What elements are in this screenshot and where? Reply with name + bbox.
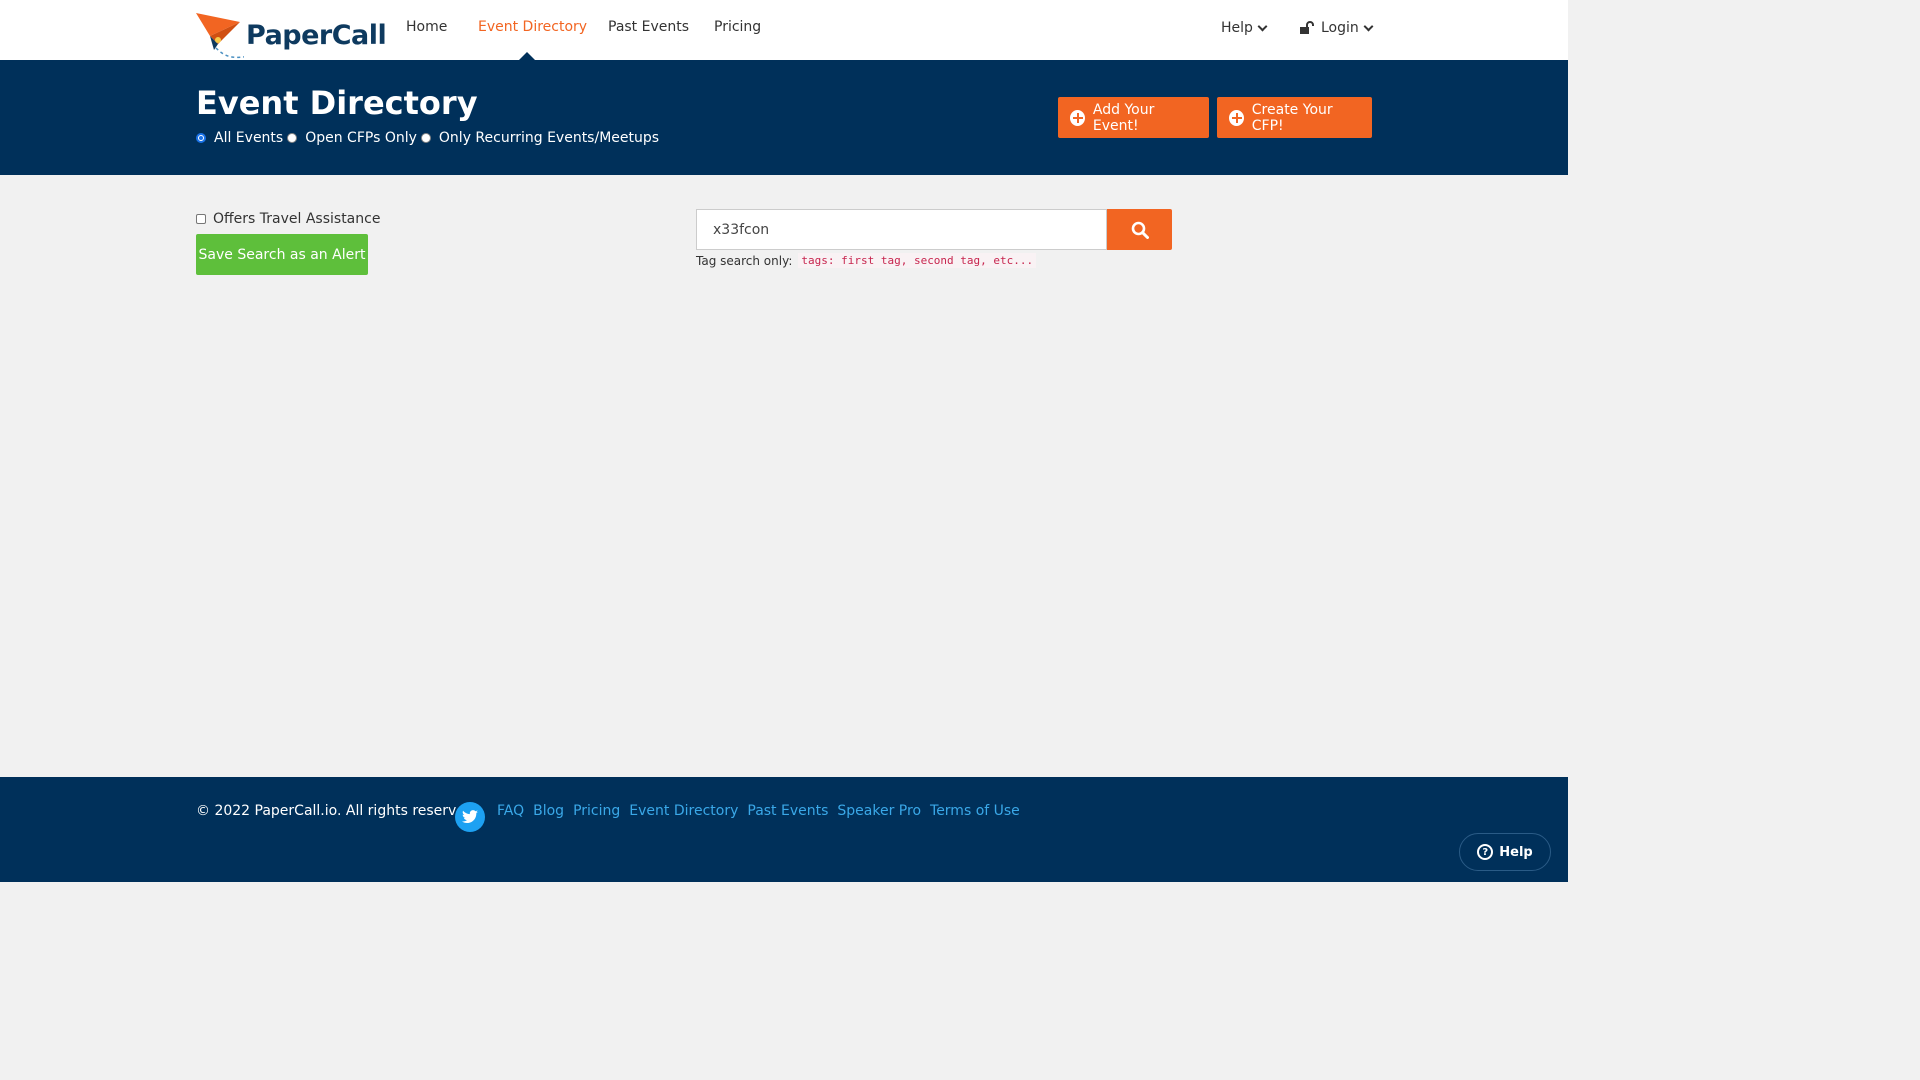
radio-button[interactable] (196, 133, 206, 143)
filter-all-events[interactable]: All Events (196, 130, 283, 146)
help-widget-button[interactable]: ? Help (1459, 833, 1551, 871)
footer-link-speaker-pro[interactable]: Speaker Pro (837, 803, 921, 819)
nav-past-events[interactable]: Past Events (608, 19, 689, 35)
travel-assistance-filter[interactable]: Offers Travel Assistance (196, 211, 380, 227)
footer (0, 777, 1568, 882)
nav-pricing[interactable]: Pricing (714, 19, 761, 35)
footer-link-terms[interactable]: Terms of Use (930, 803, 1020, 819)
plus-circle-icon (1229, 109, 1244, 126)
footer-link-blog[interactable]: Blog (533, 803, 564, 819)
help-dropdown[interactable]: Help (1221, 20, 1268, 36)
logo-wordmark: PaperCall (246, 20, 387, 51)
tag-hint-example: tags: first tag, second tag, etc... (798, 253, 1037, 268)
footer-link-pricing[interactable]: Pricing (573, 803, 620, 819)
chevron-down-icon (1363, 21, 1374, 31)
twitter-bird-glyph (462, 810, 478, 823)
login-dropdown-label: Login (1321, 20, 1359, 36)
filter-label: Only Recurring Events/Meetups (438, 130, 660, 146)
search-button[interactable] (1107, 209, 1172, 250)
page-title: Event Directory (196, 84, 478, 122)
footer-link-event-directory[interactable]: Event Directory (629, 803, 738, 819)
tag-hint-label: Tag search only: (696, 253, 793, 268)
help-widget-label: Help (1499, 844, 1533, 860)
paper-plane-icon (196, 13, 244, 59)
save-search-alert-button[interactable]: Save Search as an Alert (196, 234, 368, 275)
tag-search-hint: Tag search only: tags: first tag, second… (696, 253, 1037, 268)
question-icon: ? (1477, 844, 1494, 860)
filter-label: All Events (214, 130, 284, 146)
plus-circle-icon (1070, 109, 1085, 126)
search-input[interactable] (696, 209, 1107, 250)
footer-link-faq[interactable]: FAQ (497, 803, 524, 819)
help-dropdown-label: Help (1221, 20, 1253, 36)
papercall-logo[interactable]: PaperCall (196, 10, 387, 60)
add-event-button[interactable]: Add Your Event! (1058, 97, 1209, 138)
footer-links: FAQ Blog Pricing Event Directory Past Ev… (497, 803, 1029, 819)
radio-button[interactable] (287, 133, 298, 143)
filter-open-cfps[interactable]: Open CFPs Only (287, 130, 417, 146)
event-filter-radio-group: All Events Open CFPs Only Only Recurring… (196, 130, 663, 146)
top-navbar: PaperCall Home Event Directory Past Even… (0, 0, 1568, 60)
add-event-button-label: Add Your Event! (1092, 101, 1155, 134)
active-nav-indicator (519, 52, 535, 60)
travel-assistance-label: Offers Travel Assistance (213, 211, 381, 227)
footer-link-past-events[interactable]: Past Events (747, 803, 828, 819)
copyright-text: © 2022 PaperCall.io. All rights reserved… (196, 803, 479, 819)
chevron-down-icon (1257, 21, 1268, 31)
filter-recurring-events[interactable]: Only Recurring Events/Meetups (420, 130, 660, 146)
nav-event-directory[interactable]: Event Directory (478, 19, 587, 35)
filter-label: Open CFPs Only (305, 130, 417, 146)
twitter-icon[interactable] (455, 802, 485, 832)
search-icon (1131, 221, 1149, 239)
login-dropdown[interactable]: Login (1300, 20, 1374, 36)
nav-home[interactable]: Home (406, 19, 447, 35)
radio-button[interactable] (420, 133, 431, 143)
create-cfp-button-label: Create Your CFP! (1251, 101, 1333, 134)
unlock-icon (1300, 21, 1314, 34)
create-cfp-button[interactable]: Create Your CFP! (1217, 97, 1372, 138)
travel-assistance-checkbox[interactable] (196, 214, 206, 224)
